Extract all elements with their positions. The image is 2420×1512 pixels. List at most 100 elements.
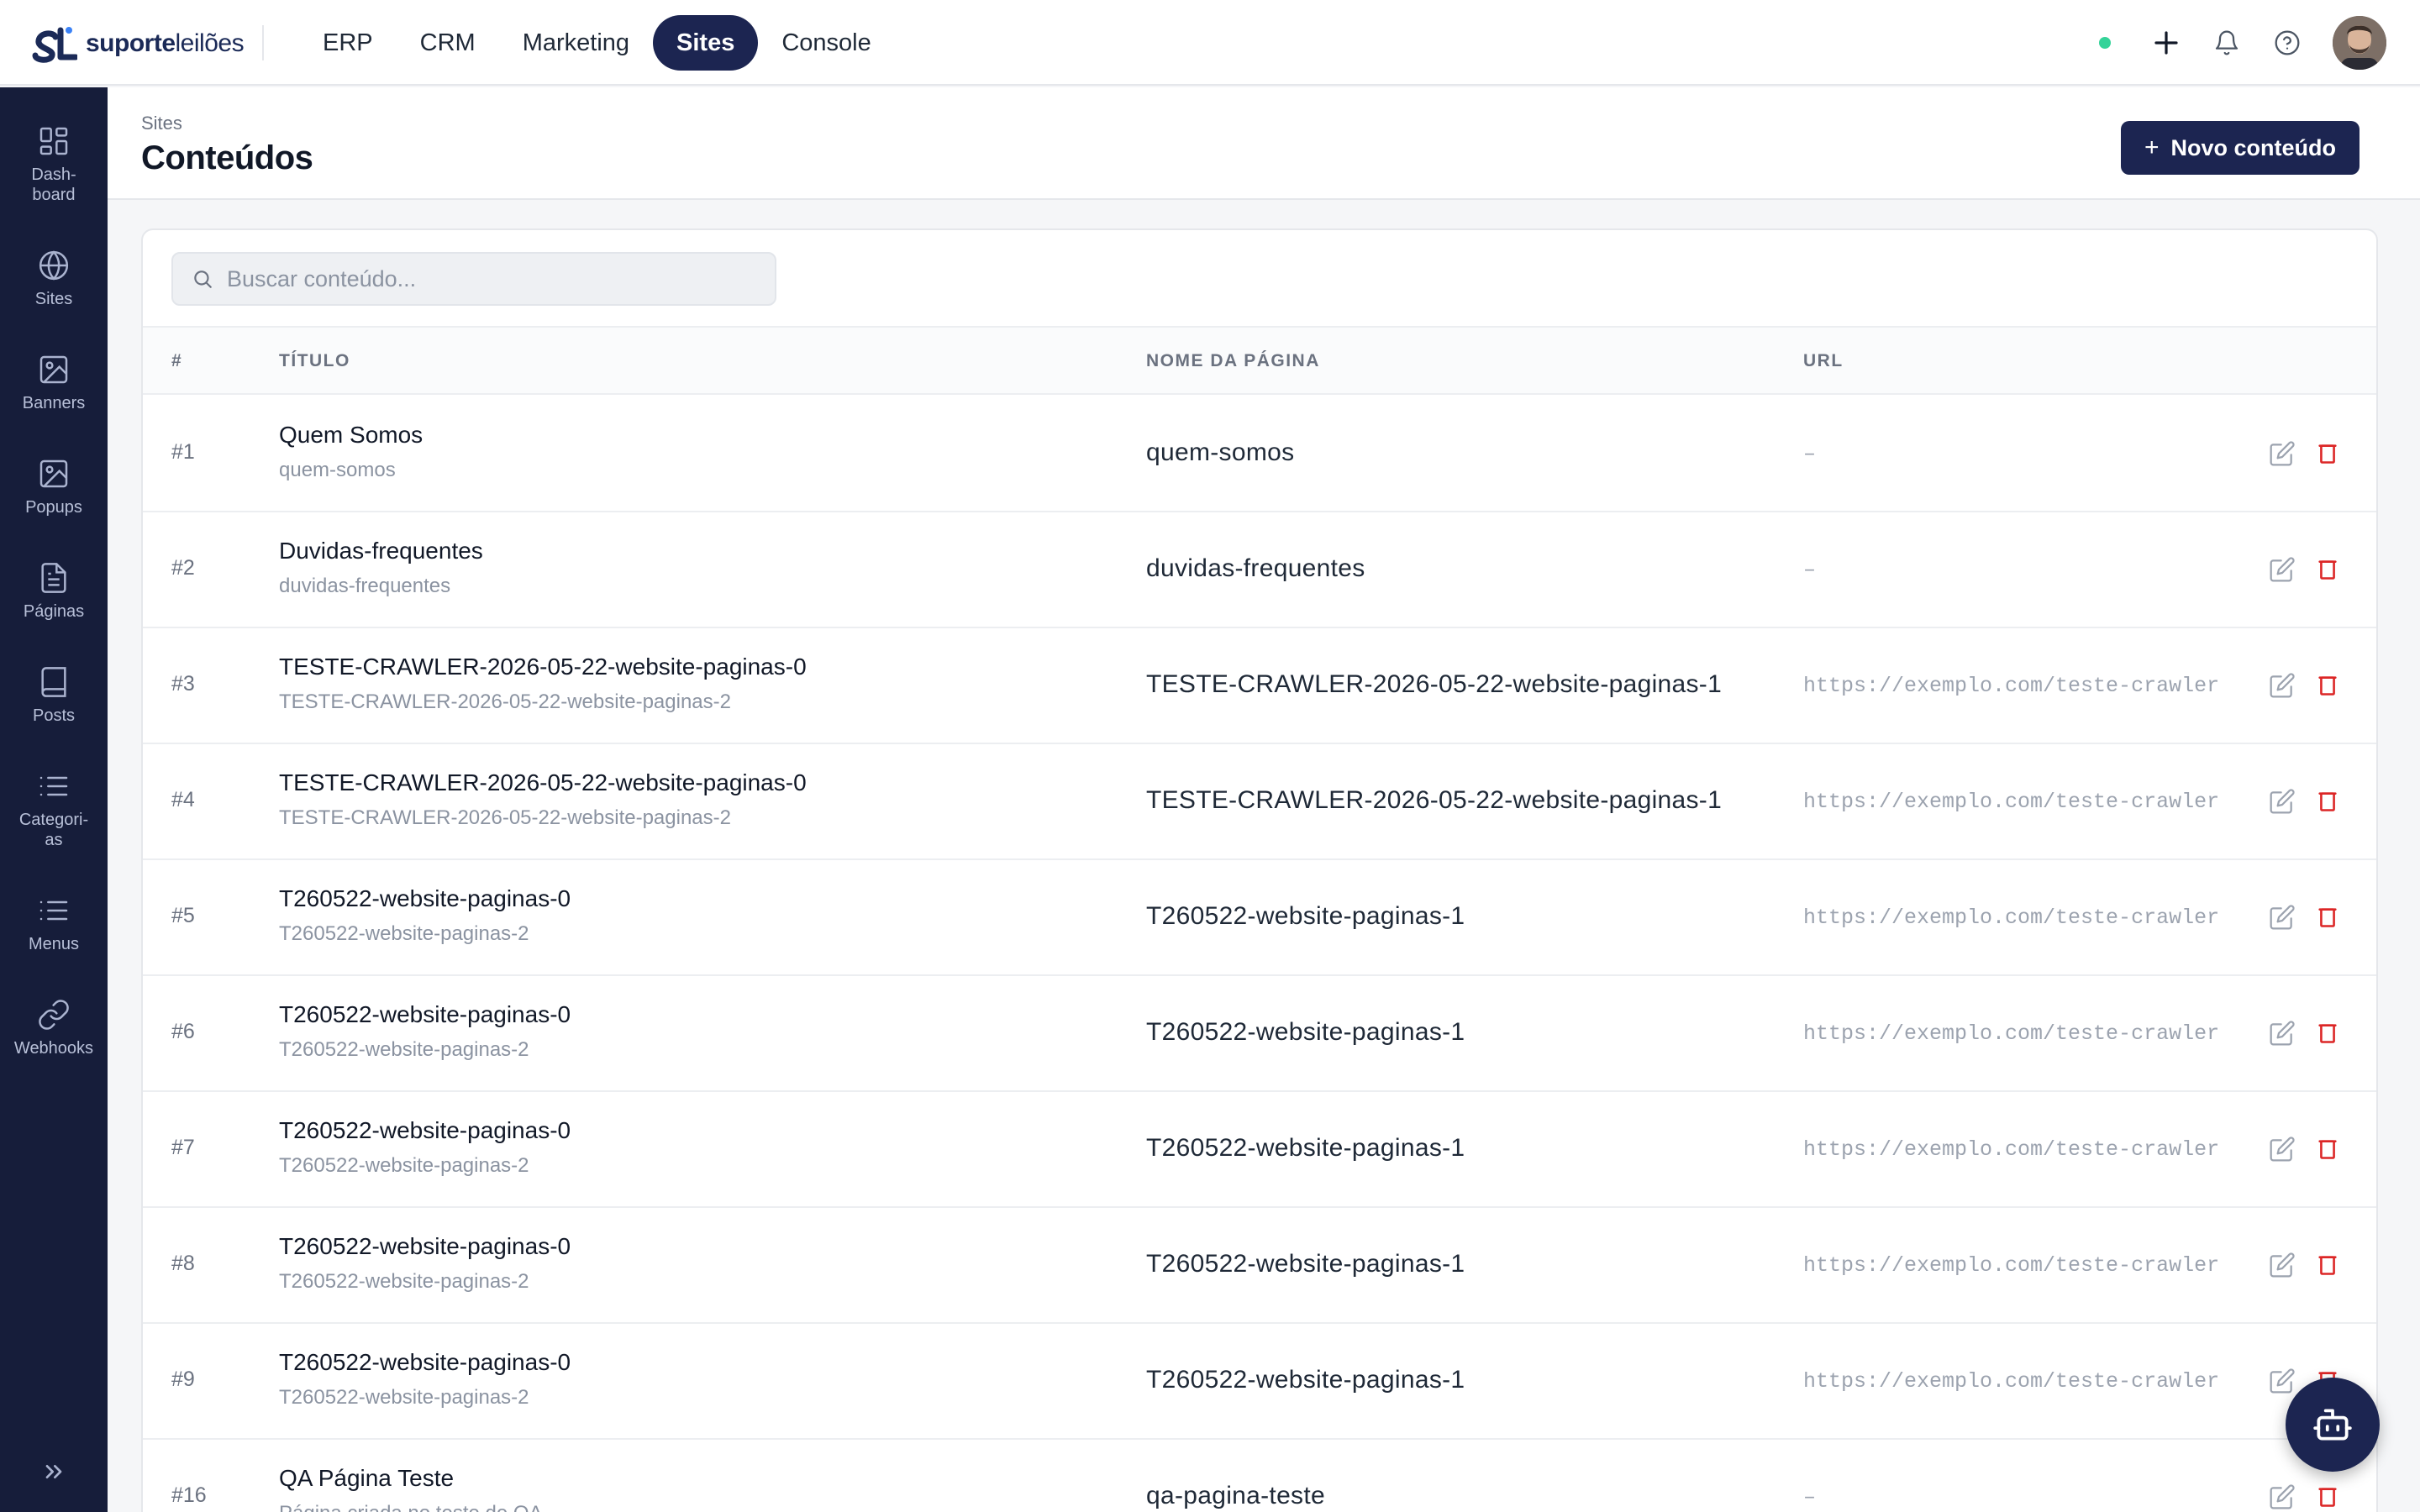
topnav-marketing[interactable]: Marketing [499, 15, 653, 71]
sidebar-item-dashboard[interactable]: Dash- board [0, 124, 108, 205]
row-url: – [1803, 558, 1817, 582]
edit-icon[interactable] [2269, 672, 2296, 699]
row-id: #16 [171, 1483, 207, 1507]
delete-icon[interactable] [2316, 906, 2339, 929]
delete-icon[interactable] [2316, 442, 2339, 465]
edit-icon[interactable] [2269, 556, 2296, 583]
sidebar-item-paginas[interactable]: Páginas [0, 561, 108, 622]
sidebar-item-label: Dash- board [31, 165, 76, 204]
row-slug: T260522-website-paginas-2 [279, 1270, 529, 1293]
top-actions [2099, 15, 2386, 71]
edit-icon[interactable] [2269, 788, 2296, 815]
delete-icon[interactable] [2316, 558, 2339, 581]
sidebar-item-label: Categori- as [18, 811, 89, 849]
topnav-console[interactable]: Console [758, 15, 894, 71]
sidebar-item-webhooks[interactable]: Webhooks [0, 998, 108, 1058]
delete-icon[interactable] [2316, 1485, 2339, 1509]
delete-icon[interactable] [2316, 1137, 2339, 1161]
bell-icon[interactable] [2208, 24, 2245, 61]
sidebar-item-label: Webhooks [13, 1039, 94, 1058]
delete-icon[interactable] [2316, 790, 2339, 813]
table-row[interactable]: #16 QA Página Teste Página criada no teste… [143, 1440, 2376, 1512]
sidebar-item-posts[interactable]: Posts [0, 665, 108, 726]
plus-icon: + [2144, 134, 2160, 161]
user-avatar[interactable] [2333, 16, 2386, 70]
image-icon [39, 355, 68, 384]
search-icon [194, 270, 212, 288]
content-card: # TÍTULO NOME DA PÁGINA URL #1 Quem Somos… [141, 228, 2378, 1512]
sidebar-item-label: Menus [28, 935, 80, 953]
robot-icon [2313, 1409, 2352, 1441]
assistant-bot-button[interactable] [2286, 1378, 2380, 1472]
table-row[interactable]: #9 T260522-website-paginas-0 T260522-websi… [143, 1324, 2376, 1440]
page-header: Sites Conteúdos + Novo conteúdo [108, 87, 2420, 200]
delete-icon[interactable] [2316, 674, 2339, 697]
list-icon [39, 776, 68, 796]
edit-icon[interactable] [2269, 904, 2296, 931]
table-row[interactable]: #6 T260522-website-paginas-0 T260522-websi… [143, 976, 2376, 1092]
brand-logo[interactable]: suporteleilões [32, 22, 245, 66]
delete-icon[interactable] [2316, 1021, 2339, 1045]
row-url: https://exemplo.com/teste-crawler [1803, 1137, 2220, 1162]
table-header: # TÍTULO NOME DA PÁGINA URL [143, 326, 2376, 395]
row-page-name: T260522-website-paginas-1 [1146, 1134, 1465, 1162]
row-title: Quem Somos [279, 422, 424, 448]
edit-icon[interactable] [2269, 1252, 2296, 1278]
add-icon[interactable] [2148, 24, 2185, 61]
delete-icon[interactable] [2316, 1253, 2339, 1277]
sidebar-item-label: Sites [34, 290, 73, 308]
row-page-name: T260522-website-paginas-1 [1146, 1366, 1465, 1394]
column-header-url[interactable]: URL [1803, 351, 1844, 371]
book-icon [41, 667, 66, 697]
row-title: T260522-website-paginas-0 [279, 1001, 571, 1027]
topnav-erp[interactable]: ERP [299, 15, 397, 71]
topnav-sites[interactable]: Sites [653, 15, 759, 71]
topnav-crm[interactable]: CRM [397, 15, 499, 71]
expand-sidebar-icon[interactable] [40, 1458, 67, 1485]
table-row[interactable]: #1 Quem Somos quem-somos quem-somos – [143, 396, 2376, 512]
column-header-page-name[interactable]: NOME DA PÁGINA [1146, 351, 1320, 371]
globe-icon [39, 250, 69, 281]
row-slug: quem-somos [279, 459, 396, 481]
edit-icon[interactable] [2269, 1020, 2296, 1047]
table-row[interactable]: #5 T260522-website-paginas-0 T260522-websi… [143, 860, 2376, 976]
row-url: https://exemplo.com/teste-crawler [1803, 1369, 2220, 1394]
sidebar-item-label: Posts [32, 706, 76, 725]
table-row[interactable]: #3 TESTE-CRAWLER-2026-05-22-website-pagin… [143, 628, 2376, 744]
row-url: – [1803, 1485, 1817, 1509]
sidebar-item-menus[interactable]: Menus [0, 894, 108, 954]
table-row[interactable]: #8 T260522-website-paginas-0 T260522-websi… [143, 1208, 2376, 1324]
sidebar-item-categorias[interactable]: Categori- as [0, 769, 108, 850]
sidebar-item-label: Banners [22, 394, 86, 412]
row-title: TESTE-CRAWLER-2026-05-22-website-paginas… [279, 654, 807, 680]
table-row[interactable]: #4 TESTE-CRAWLER-2026-05-22-website-pagin… [143, 744, 2376, 860]
breadcrumb[interactable]: Sites [141, 113, 182, 134]
edit-icon[interactable] [2269, 440, 2296, 467]
edit-icon[interactable] [2269, 1483, 2296, 1510]
column-header-title[interactable]: TÍTULO [279, 351, 350, 371]
edit-icon[interactable] [2269, 1368, 2296, 1394]
row-title: T260522-website-paginas-0 [279, 885, 571, 911]
row-page-name: duvidas-frequentes [1146, 554, 1365, 582]
edit-icon[interactable] [2269, 1136, 2296, 1163]
top-nav: ERP CRM Marketing Sites Console [299, 15, 895, 71]
row-page-name: TESTE-CRAWLER-2026-05-22-website-paginas… [1146, 670, 1723, 698]
sidebar-item-sites[interactable]: Sites [0, 249, 108, 309]
brand-logo-mark [32, 27, 77, 63]
column-header-id: # [171, 351, 183, 370]
search-input[interactable] [227, 265, 748, 292]
link-icon [39, 1000, 69, 1030]
help-icon[interactable] [2269, 24, 2306, 61]
brand-name: suporteleilões [86, 29, 245, 57]
search-box[interactable] [171, 252, 776, 306]
row-id: #4 [171, 788, 195, 811]
table-row[interactable]: #2 Duvidas-frequentes duvidas-frequentes du… [143, 512, 2376, 628]
file-icon [41, 563, 66, 593]
sidebar-item-banners[interactable]: Banners [0, 353, 108, 413]
row-id: #9 [171, 1368, 195, 1391]
sidebar-item-popups[interactable]: Popups [0, 457, 108, 517]
row-id: #2 [171, 556, 195, 580]
row-slug: T260522-website-paginas-2 [279, 1038, 529, 1061]
new-content-button[interactable]: + Novo conteúdo [2120, 121, 2360, 175]
table-row[interactable]: #7 T260522-website-paginas-0 T260522-websi… [143, 1092, 2376, 1208]
